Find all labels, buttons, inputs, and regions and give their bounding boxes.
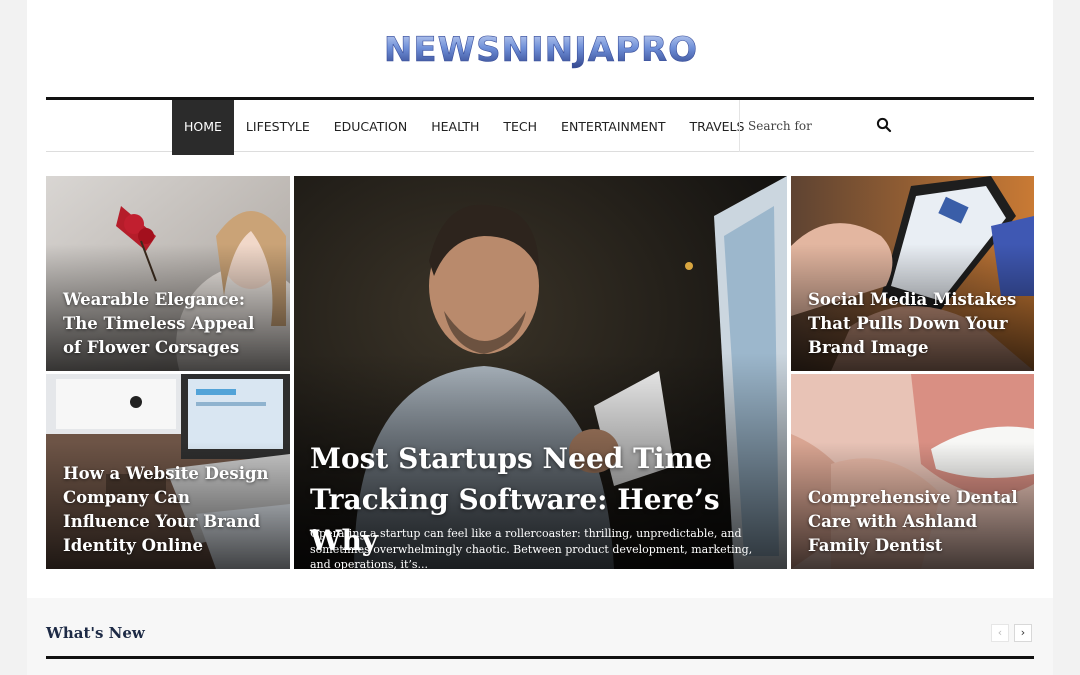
main-nav: HOME LIFESTYLE EDUCATION HEALTH TECH ENT…	[46, 97, 1034, 155]
featured-post-main[interactable]: Most Startups Need Time Tracking Softwar…	[294, 176, 787, 569]
featured-post-left-top[interactable]: Wearable Elegance: The Timeless Appeal o…	[46, 176, 290, 371]
nav-item-education[interactable]: EDUCATION	[322, 100, 420, 155]
nav-item-home[interactable]: HOME	[172, 100, 234, 155]
post-title[interactable]: Wearable Elegance: The Timeless Appeal o…	[63, 288, 278, 360]
post-excerpt: Operating a startup can feel like a roll…	[310, 527, 753, 569]
post-title[interactable]: How a Website Design Company Can Influen…	[63, 462, 278, 558]
featured-post-right-top[interactable]: Social Media Mistakes That Pulls Down Yo…	[791, 176, 1034, 371]
nav-item-health[interactable]: HEALTH	[419, 100, 491, 155]
header: NEWSNINJAPRO	[27, 0, 1053, 97]
whats-new-section	[27, 598, 1053, 675]
post-title[interactable]: Comprehensive Dental Care with Ashland F…	[808, 486, 1022, 558]
nav-menu: HOME LIFESTYLE EDUCATION HEALTH TECH ENT…	[172, 100, 756, 155]
section-divider	[46, 656, 1034, 659]
prev-button[interactable]: ‹	[991, 624, 1009, 642]
section-title: What's New	[46, 624, 145, 642]
search-icon[interactable]	[876, 117, 892, 133]
chevron-left-icon: ‹	[997, 626, 1003, 639]
nav-item-entertainment[interactable]: ENTERTAINMENT	[549, 100, 677, 155]
chevron-right-icon: ›	[1020, 626, 1026, 639]
logo-text: NEWSNINJAPRO	[384, 30, 698, 70]
featured-post-left-bottom[interactable]: How a Website Design Company Can Influen…	[46, 374, 290, 569]
next-button[interactable]: ›	[1014, 624, 1032, 642]
search-input[interactable]	[740, 108, 990, 144]
nav-item-lifestyle[interactable]: LIFESTYLE	[234, 100, 322, 155]
page: NEWSNINJAPRO HOME LIFESTYLE EDUCATION HE…	[27, 0, 1053, 675]
site-logo[interactable]: NEWSNINJAPRO	[370, 30, 712, 70]
post-title[interactable]: Social Media Mistakes That Pulls Down Yo…	[808, 288, 1022, 360]
search-box	[739, 100, 1034, 152]
featured-post-right-bottom[interactable]: Comprehensive Dental Care with Ashland F…	[791, 374, 1034, 569]
nav-item-tech[interactable]: TECH	[491, 100, 549, 155]
